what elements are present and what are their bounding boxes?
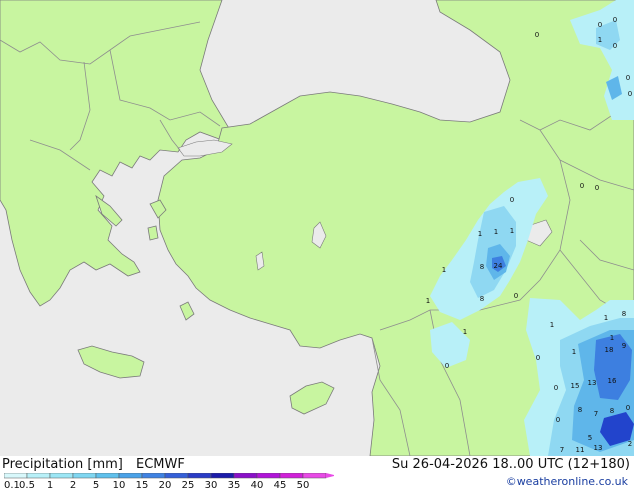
grid-value-label: 0 — [445, 362, 449, 370]
grid-value-label: 0 — [613, 42, 617, 50]
grid-value-label: 0 — [556, 416, 560, 424]
grid-value-label: 0 — [628, 90, 632, 98]
legend-swatch — [256, 473, 281, 479]
grid-value-label: 0 — [514, 292, 518, 300]
legend-tick-label: 1 — [47, 480, 53, 489]
precipitation-map: 00010000001 1 18 2418 0110101 811 18 90 15 13 168 7… — [0, 0, 634, 456]
legend-tick-label: 10 — [113, 480, 126, 489]
model-name: ECMWF — [136, 457, 185, 472]
grid-value-label: 9 — [622, 342, 626, 350]
grid-value-label: 7 — [560, 446, 564, 454]
grid-value-label: 0 — [598, 21, 602, 29]
precipitation-legend: 0.1 0.5 1 2 5 10 15 20 25 30 35 40 45 50 — [4, 473, 334, 489]
legend-swatch — [118, 473, 143, 479]
legend-swatch — [302, 473, 327, 479]
legend-tick-label: 20 — [159, 480, 172, 489]
grid-value-label: 0 — [510, 196, 514, 204]
legend-tick-label: 25 — [182, 480, 195, 489]
land-chios — [147, 225, 159, 241]
legend-tick-label: 0.5 — [19, 480, 35, 489]
footer: Precipitation [mm] ECMWF Su 26-04-2026 1… — [0, 456, 634, 490]
grid-value-label: 11 — [576, 446, 585, 454]
grid-value-label: 0 — [626, 74, 630, 82]
grid-value-label: 13 — [588, 379, 597, 387]
grid-value-label: 13 — [594, 444, 603, 452]
grid-value-label: 1 — [572, 348, 576, 356]
grid-value-label: 0 — [535, 31, 539, 39]
legend-swatch — [4, 473, 28, 479]
legend-swatch — [72, 473, 97, 479]
legend-tick-label: 45 — [274, 480, 287, 489]
legend-swatch — [164, 473, 189, 479]
grid-value-label: 1 — [610, 334, 614, 342]
grid-value-label: 1 — [426, 297, 430, 305]
grid-value-label: 0 — [595, 184, 599, 192]
grid-value-label: 8 — [480, 263, 484, 271]
grid-value-label: 7 — [594, 410, 598, 418]
grid-value-label: 1 — [550, 321, 554, 329]
legend-swatch — [187, 473, 212, 479]
grid-value-label: 15 — [571, 382, 580, 390]
legend-tick-label: 5 — [93, 480, 99, 489]
grid-value-label: 5 — [588, 434, 592, 442]
legend-tick-label: 15 — [136, 480, 149, 489]
legend-swatch — [26, 473, 51, 479]
grid-value-label: 8 — [578, 406, 582, 414]
grid-value-label: 1 — [478, 230, 482, 238]
valid-time: Su 26-04-2026 18..00 UTC (12+180) — [391, 457, 630, 472]
legend-tick-label: 50 — [297, 480, 310, 489]
legend-tick-label: 2 — [70, 480, 76, 489]
grid-value-label: 0 — [580, 182, 584, 190]
grid-value-label: 0 — [554, 384, 558, 392]
grid-value-label: 24 — [494, 262, 503, 270]
grid-value-label: 1 — [463, 328, 467, 336]
grid-value-label: 0 — [613, 16, 617, 24]
grid-value-label: 18 — [605, 346, 614, 354]
grid-value-label: 1 — [510, 227, 514, 235]
map-title: Precipitation [mm] — [2, 457, 123, 472]
grid-value-label: 8 — [622, 310, 626, 318]
legend-swatch — [279, 473, 304, 479]
legend-swatch — [95, 473, 120, 479]
grid-value-label: 0 — [536, 354, 540, 362]
grid-value-label: 2 — [628, 440, 632, 448]
legend-swatch — [49, 473, 74, 479]
legend-swatch — [210, 473, 235, 479]
grid-value-label: 16 — [608, 377, 617, 385]
grid-value-label: 1 — [598, 36, 602, 44]
legend-tick-label: 30 — [205, 480, 218, 489]
grid-value-label: 1 — [604, 314, 608, 322]
legend-swatch — [233, 473, 258, 479]
legend-tick-label: 40 — [251, 480, 264, 489]
grid-value-label: 1 — [442, 266, 446, 274]
grid-value-label: 8 — [480, 295, 484, 303]
legend-tick-label: 0.1 — [4, 480, 20, 489]
credit-link[interactable]: ©weatheronline.co.uk — [506, 475, 628, 488]
grid-value-label: 0 — [626, 404, 630, 412]
legend-tick-label: 35 — [228, 480, 241, 489]
grid-value-label: 1 — [494, 228, 498, 236]
legend-swatch — [141, 473, 166, 479]
grid-value-label: 8 — [610, 407, 614, 415]
legend-arrow — [326, 473, 334, 478]
